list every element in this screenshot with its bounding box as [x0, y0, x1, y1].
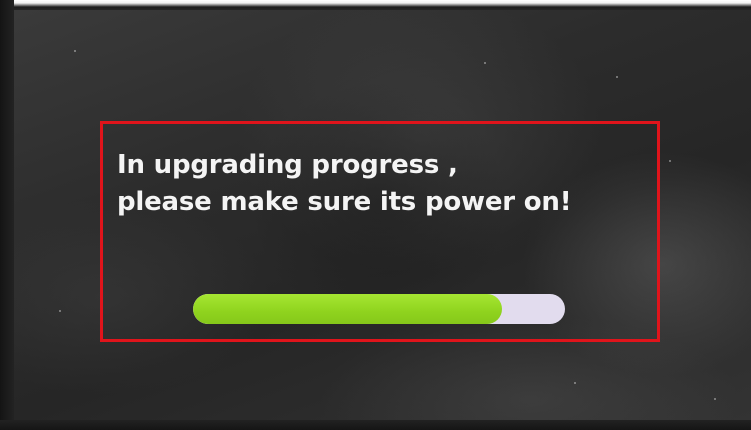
device-photo: In upgrading progress , please make sure…: [0, 0, 751, 430]
dust-speck: [714, 398, 716, 400]
device-bezel-bottom: [0, 420, 751, 430]
upgrade-message-line-2: please make sure its power on!: [117, 187, 572, 217]
dust-speck: [574, 382, 576, 384]
upgrade-progress-fill: [193, 294, 502, 324]
upgrade-message: In upgrading progress , please make sure…: [117, 147, 572, 221]
upgrade-progress-bar: [193, 294, 565, 324]
device-bezel-top: [0, 0, 751, 10]
dust-speck: [59, 310, 61, 312]
dust-speck: [616, 76, 618, 78]
device-bezel-left: [0, 0, 14, 430]
dust-speck: [669, 160, 671, 162]
upgrade-message-line-1: In upgrading progress ,: [117, 150, 458, 180]
dust-speck: [484, 62, 486, 64]
dust-speck: [74, 50, 76, 52]
